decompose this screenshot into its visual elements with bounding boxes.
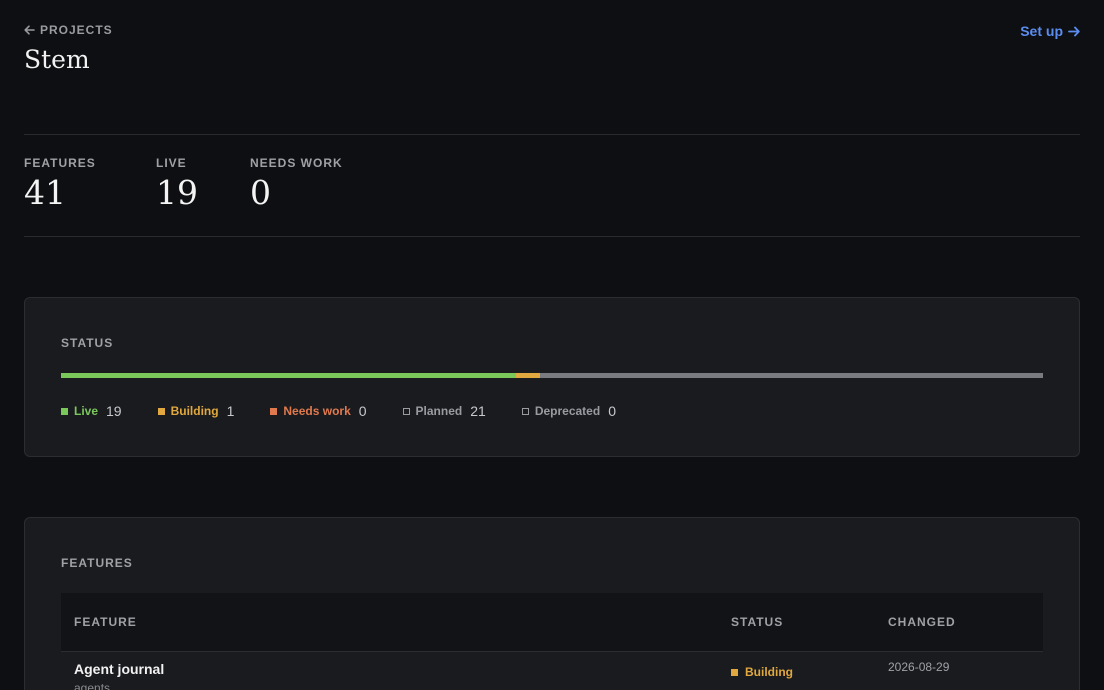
- legend-item-live: Live 19: [61, 403, 122, 419]
- feature-group: agents: [74, 681, 111, 690]
- legend-count: 0: [358, 403, 367, 419]
- status-bar-segment-building: [516, 373, 540, 378]
- stat-label: LIVE: [156, 156, 187, 170]
- table-header: FEATURE STATUS CHANGED: [61, 593, 1043, 652]
- column-header-status[interactable]: STATUS: [731, 615, 783, 629]
- legend-count: 1: [226, 403, 235, 419]
- stat-live: LIVE 19: [156, 156, 250, 212]
- divider: [24, 134, 1080, 135]
- legend-square-icon: [270, 407, 278, 415]
- project-page: PROJECTS Set up Stem FEATURES 41 LIVE 19…: [0, 0, 1104, 690]
- back-link-label: PROJECTS: [40, 23, 113, 37]
- set-up-link[interactable]: Set up: [1020, 23, 1080, 39]
- legend-item-building: Building 1: [157, 403, 235, 419]
- legend-item-needs-work: Needs work 0: [270, 403, 367, 419]
- status-card: STATUS Live 19 Building 1 Needs work 0 Planned…: [24, 297, 1080, 457]
- changed-date: 2026-08-29: [888, 660, 950, 674]
- legend-label: Deprecated: [534, 404, 601, 418]
- legend-label: Needs work: [283, 404, 351, 418]
- legend-item-deprecated: Deprecated 0: [521, 403, 616, 419]
- table-body: Agent journal agents Building 2026-08-29: [61, 652, 1043, 690]
- legend-count: 21: [470, 403, 486, 419]
- stat-label: NEEDS WORK: [250, 156, 343, 170]
- back-to-projects-link[interactable]: PROJECTS: [24, 23, 113, 37]
- legend-count: 19: [106, 403, 122, 419]
- stats-row: FEATURES 41 LIVE 19 NEEDS WORK 0: [24, 156, 343, 212]
- status-label: Building: [745, 665, 793, 679]
- status-legend: Live 19 Building 1 Needs work 0 Planned 21 Depre…: [61, 403, 652, 419]
- legend-square-icon: [157, 407, 165, 415]
- feature-name[interactable]: Agent journal: [74, 661, 164, 677]
- legend-item-planned: Planned 21: [402, 403, 486, 419]
- legend-square-icon: [61, 407, 68, 415]
- legend-label: Planned: [415, 404, 463, 418]
- arrow-left-icon: [24, 25, 35, 35]
- page-title: Stem: [24, 45, 90, 74]
- status-badge: Building: [731, 665, 793, 679]
- set-up-label: Set up: [1020, 23, 1063, 39]
- top-bar: PROJECTS Set up: [24, 23, 1080, 39]
- table-row[interactable]: Agent journal agents Building 2026-08-29: [61, 652, 1043, 690]
- status-square-icon: [731, 668, 738, 676]
- stat-value: 0: [250, 173, 271, 212]
- status-card-title: STATUS: [61, 336, 114, 350]
- features-table: FEATURE STATUS CHANGED Agent journal agen…: [61, 593, 1043, 690]
- stat-needs-work: NEEDS WORK 0: [250, 156, 343, 212]
- features-card: FEATURES FEATURE STATUS CHANGED Agent jo…: [24, 517, 1080, 690]
- features-card-title: FEATURES: [61, 556, 133, 570]
- column-header-feature[interactable]: FEATURE: [74, 615, 137, 629]
- stat-features: FEATURES 41: [24, 156, 156, 212]
- legend-label: Building: [170, 404, 219, 418]
- legend-label: Live: [74, 404, 99, 418]
- status-progress-bar: [61, 373, 1043, 378]
- stat-value: 41: [24, 173, 66, 212]
- divider: [24, 236, 1080, 237]
- legend-count: 0: [608, 403, 616, 419]
- arrow-right-icon: [1068, 26, 1080, 37]
- stat-label: FEATURES: [24, 156, 96, 170]
- legend-square-icon: [521, 407, 529, 415]
- column-header-changed[interactable]: CHANGED: [888, 615, 956, 629]
- status-bar-segment-live: [61, 373, 517, 378]
- stat-value: 19: [156, 173, 198, 212]
- legend-square-icon: [402, 407, 410, 415]
